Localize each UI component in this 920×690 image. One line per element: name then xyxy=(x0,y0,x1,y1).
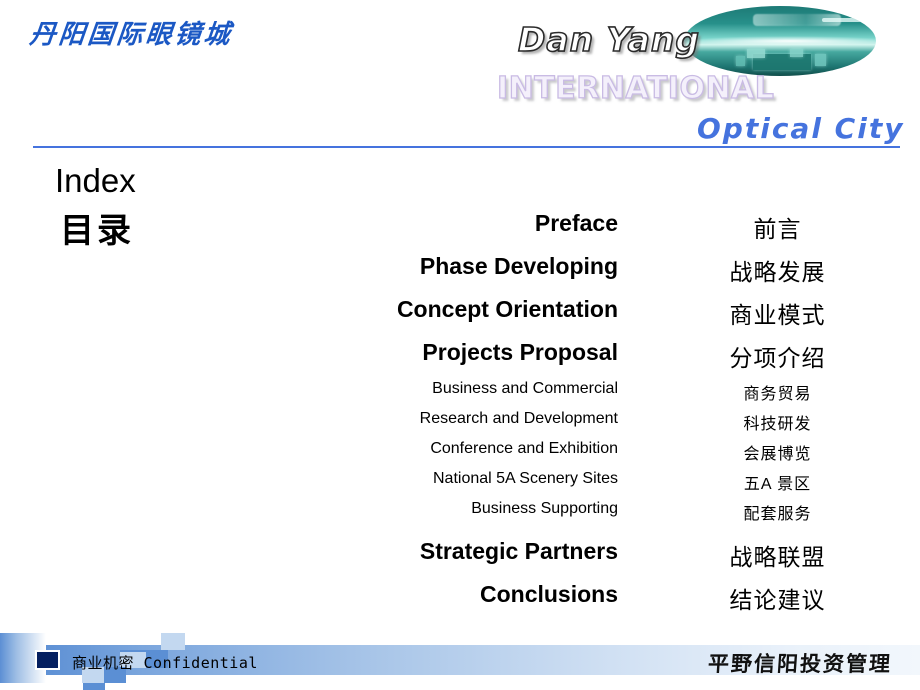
toc-item-label-chinese: 结论建议 xyxy=(729,587,826,613)
footer-decoration-square-navy xyxy=(35,650,60,670)
brand-title-optical-city: Optical City xyxy=(697,112,905,145)
oval-building-center xyxy=(789,49,804,57)
brand-title-international: INTERNATIONAL xyxy=(496,70,775,106)
oval-building-left xyxy=(747,49,765,58)
footer-decoration-square-light-top xyxy=(161,633,185,650)
toc-row[interactable]: Strategic Partners 战略联盟 xyxy=(0,533,920,576)
toc-item-label-english: Concept Orientation xyxy=(396,296,618,322)
seascape-oval-image xyxy=(684,6,876,76)
toc-item-label-chinese: 战略发展 xyxy=(729,259,826,285)
toc-row[interactable]: National 5A Scenery Sites 五A 景区 xyxy=(0,467,920,497)
toc-item-label-english: National 5A Scenery Sites xyxy=(433,470,618,487)
oval-horizon-glow xyxy=(684,36,876,46)
toc-item-label-english: Business and Commercial xyxy=(432,380,618,397)
toc-item-label-english: Business Supporting xyxy=(471,500,618,517)
footer-confidential-label: 商业机密 Confidential xyxy=(72,654,258,672)
toc-row[interactable]: Projects Proposal 分项介绍 xyxy=(0,334,920,377)
toc-item-label-english: Phase Developing xyxy=(419,253,618,279)
toc-item-label-chinese: 配套服务 xyxy=(743,506,812,523)
toc-row[interactable]: Conclusions 结论建议 xyxy=(0,576,920,619)
toc-item-label-chinese: 战略联盟 xyxy=(729,544,826,570)
oval-building-far-left xyxy=(735,56,746,66)
header-divider-rule xyxy=(33,146,900,148)
company-logo-chinese: 丹阳国际眼镜城 xyxy=(28,20,235,49)
toc-item-label-chinese: 分项介绍 xyxy=(729,345,826,371)
table-of-contents: Preface 前言 Phase Developing 战略发展 Concept Ori… xyxy=(0,205,920,619)
slide-canvas: 丹阳国际眼镜城 Dan Yang INTERNATIONAL Optical C… xyxy=(0,0,920,690)
toc-row[interactable]: Phase Developing 战略发展 xyxy=(0,248,920,291)
toc-row[interactable]: Conference and Exhibition 会展博览 xyxy=(0,437,920,467)
toc-item-label-chinese: 前言 xyxy=(753,216,802,242)
toc-item-label-english: Strategic Partners xyxy=(419,538,618,564)
oval-top-streak xyxy=(822,18,865,22)
toc-item-label-chinese: 商务贸易 xyxy=(743,386,812,403)
toc-item-label-chinese: 商业模式 xyxy=(729,302,826,328)
toc-item-label-chinese: 科技研发 xyxy=(743,416,812,433)
toc-row[interactable]: Research and Development 科技研发 xyxy=(0,407,920,437)
oval-building-right xyxy=(814,54,827,66)
toc-item-label-chinese: 会展博览 xyxy=(743,446,812,463)
toc-item-label-english: Preface xyxy=(534,210,618,236)
toc-row[interactable]: Preface 前言 xyxy=(0,205,920,248)
toc-item-label-chinese: 五A 景区 xyxy=(743,476,812,493)
toc-row[interactable]: Business Supporting 配套服务 xyxy=(0,497,920,527)
toc-row[interactable]: Business and Commercial 商务贸易 xyxy=(0,377,920,407)
footer-company-name: 平野信阳投资管理 xyxy=(707,652,893,676)
footer-decoration-square-medium-bottom xyxy=(83,683,105,690)
page-title-english: Index xyxy=(55,162,136,199)
toc-item-label-english: Conference and Exhibition xyxy=(430,440,618,457)
toc-item-label-english: Projects Proposal xyxy=(422,339,618,365)
brand-title-danyang: Dan Yang xyxy=(517,19,701,60)
toc-item-label-english: Conclusions xyxy=(479,581,618,607)
toc-item-label-english: Research and Development xyxy=(419,410,618,427)
slide-header: 丹阳国际眼镜城 Dan Yang INTERNATIONAL Optical C… xyxy=(0,0,920,150)
toc-row[interactable]: Concept Orientation 商业模式 xyxy=(0,291,920,334)
